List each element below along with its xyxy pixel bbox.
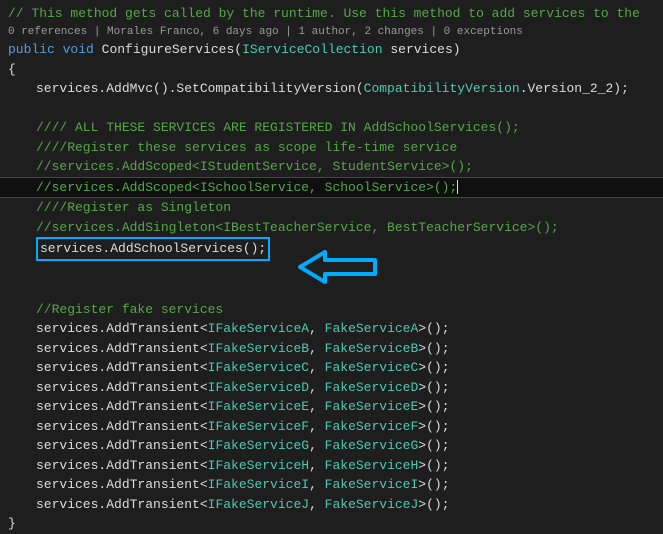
blank-line	[8, 99, 663, 119]
text: ,	[309, 399, 325, 414]
text: >();	[418, 497, 449, 512]
comment-line: ////Register these services as scope lif…	[8, 138, 663, 158]
fake-service-line: services.AddTransient<IFakeServiceH, Fak…	[8, 456, 663, 476]
fake-service-line: services.AddTransient<IFakeServiceJ, Fak…	[8, 495, 663, 515]
interface-type: IFakeServiceJ	[208, 497, 309, 512]
text: //services.AddSingleton<IBestTea	[36, 220, 286, 235]
text: services.AddTransient<	[36, 438, 208, 453]
interface-type: IFakeServiceE	[208, 399, 309, 414]
impl-type: FakeServiceB	[325, 341, 419, 356]
impl-type: FakeServiceD	[325, 380, 419, 395]
paren-open: (	[234, 42, 242, 57]
comment-line: //services.AddScoped<IStudentService, St…	[8, 157, 663, 177]
interface-type: IFakeServiceI	[208, 477, 309, 492]
fake-service-line: services.AddTransient<IFakeServiceA, Fak…	[8, 319, 663, 339]
code-line: services.AddMvc().SetCompatibilityVersio…	[8, 79, 663, 99]
highlighted-code-box: services.AddSchoolServices();	[36, 237, 270, 261]
interface-type: IFakeServiceA	[208, 321, 309, 336]
text: services.AddTransient<	[36, 380, 208, 395]
keyword-public: public	[8, 42, 55, 57]
text: >();	[418, 341, 449, 356]
interface-type: IFakeServiceF	[208, 419, 309, 434]
comment-line: //services.AddSingleton<IBestTeacherServ…	[8, 218, 663, 238]
text: ,	[309, 341, 325, 356]
fake-service-line: services.AddTransient<IFakeServiceB, Fak…	[8, 339, 663, 359]
current-line-highlight: //services.AddScoped<ISchoolService, Sch…	[0, 177, 663, 199]
blank-line	[8, 280, 663, 300]
brace-open: {	[8, 60, 663, 80]
paren-close: )	[453, 42, 461, 57]
interface-type: IFakeServiceB	[208, 341, 309, 356]
text: >();	[418, 419, 449, 434]
keyword-void: void	[63, 42, 94, 57]
interface-type: IFakeServiceG	[208, 438, 309, 453]
boxed-row: services.AddSchoolServices();	[8, 237, 663, 261]
text: .Version_2_2);	[520, 81, 629, 96]
text: ,	[309, 321, 325, 336]
text: cherSe	[286, 220, 333, 235]
method-name: ConfigureServices	[102, 42, 235, 57]
text: >();	[418, 458, 449, 473]
impl-type: FakeServiceJ	[325, 497, 419, 512]
text: ,	[309, 497, 325, 512]
impl-type: FakeServiceG	[325, 438, 419, 453]
code-editor[interactable]: // This method gets called by the runtim…	[8, 4, 663, 534]
impl-type: FakeServiceE	[325, 399, 419, 414]
method-signature: public void ConfigureServices(IServiceCo…	[8, 40, 663, 60]
text: rvice, BestTeacherService>();	[332, 220, 558, 235]
comment-line: //Register fake services	[8, 300, 663, 320]
text: >();	[418, 360, 449, 375]
impl-type: FakeServiceA	[325, 321, 419, 336]
text: services.AddTransient<	[36, 497, 208, 512]
impl-type: FakeServiceF	[325, 419, 419, 434]
text-cursor	[457, 180, 458, 194]
text: services.AddTransient<	[36, 458, 208, 473]
type: CompatibilityVersion	[364, 81, 520, 96]
interface-type: IFakeServiceD	[208, 380, 309, 395]
text: services.AddTransient<	[36, 399, 208, 414]
param-name: services	[390, 42, 452, 57]
fake-service-line: services.AddTransient<IFakeServiceD, Fak…	[8, 378, 663, 398]
text: ,	[309, 438, 325, 453]
brace-close: }	[8, 514, 663, 534]
interface-type: IFakeServiceH	[208, 458, 309, 473]
comment-line: //services.AddScoped<ISchoolService, Sch…	[8, 180, 457, 195]
impl-type: FakeServiceC	[325, 360, 419, 375]
text: >();	[418, 321, 449, 336]
text: >();	[418, 380, 449, 395]
fake-service-line: services.AddTransient<IFakeServiceF, Fak…	[8, 417, 663, 437]
text: >();	[418, 477, 449, 492]
text: services.AddTransient<	[36, 341, 208, 356]
comment-line: // This method gets called by the runtim…	[8, 4, 663, 24]
text: services.AddTransient<	[36, 360, 208, 375]
text: services.AddMvc().SetCompatibilityVersio…	[36, 81, 364, 96]
text: services.AddTransient<	[36, 477, 208, 492]
codelens-line[interactable]: 0 references | Morales Franco, 6 days ag…	[8, 24, 663, 41]
text: ,	[309, 419, 325, 434]
text: >();	[418, 399, 449, 414]
text: ,	[309, 360, 325, 375]
text: ,	[309, 458, 325, 473]
impl-type: FakeServiceI	[325, 477, 419, 492]
fake-service-line: services.AddTransient<IFakeServiceC, Fak…	[8, 358, 663, 378]
impl-type: FakeServiceH	[325, 458, 419, 473]
text: ,	[309, 380, 325, 395]
comment-line: ////Register as Singleton	[8, 198, 663, 218]
text: ,	[309, 477, 325, 492]
blank-line	[8, 261, 663, 281]
param-type: IServiceCollection	[242, 42, 382, 57]
text: services.AddTransient<	[36, 321, 208, 336]
fake-service-line: services.AddTransient<IFakeServiceI, Fak…	[8, 475, 663, 495]
fake-service-line: services.AddTransient<IFakeServiceG, Fak…	[8, 436, 663, 456]
text: >();	[418, 438, 449, 453]
fake-service-line: services.AddTransient<IFakeServiceE, Fak…	[8, 397, 663, 417]
interface-type: IFakeServiceC	[208, 360, 309, 375]
comment-line: //// ALL THESE SERVICES ARE REGISTERED I…	[8, 118, 663, 138]
text: services.AddTransient<	[36, 419, 208, 434]
